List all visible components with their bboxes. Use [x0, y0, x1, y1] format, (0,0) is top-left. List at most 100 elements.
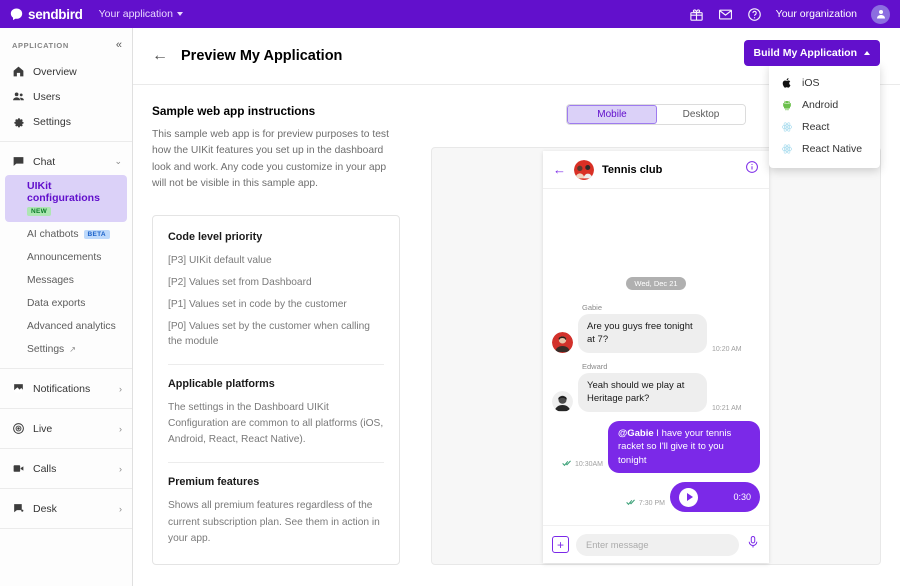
sidebar-item-chat-settings[interactable]: Settings ↗: [0, 338, 132, 361]
divider: [0, 448, 132, 449]
message-row-incoming: Gabie Are you guys free tonight at 7? 10…: [552, 303, 760, 353]
topbar-actions: Your organization: [689, 5, 890, 24]
plus-box-icon[interactable]: +: [552, 536, 569, 553]
sidebar-item-data-exports[interactable]: Data exports: [0, 292, 132, 315]
group-avatar-icon: [574, 160, 594, 180]
divider: [168, 462, 384, 463]
android-icon: [781, 99, 793, 111]
divider: [0, 488, 132, 489]
build-my-application-button[interactable]: Build My Application: [744, 40, 880, 66]
preview-pane: ← Tennis club Wed, Dec 21: [431, 147, 881, 565]
sidebar-item-label: Desk: [33, 503, 57, 515]
chevron-right-icon: ›: [119, 424, 122, 434]
voice-duration: 0:30: [733, 492, 751, 502]
tab-desktop[interactable]: Desktop: [657, 105, 745, 124]
sidebar-header: APPLICATION «: [0, 28, 132, 59]
mail-icon[interactable]: [718, 7, 733, 22]
gift-icon[interactable]: [689, 7, 704, 22]
mention-token[interactable]: @Gabie: [618, 428, 654, 439]
gabie-avatar-icon: [552, 332, 573, 353]
chevron-down-icon: [177, 12, 183, 16]
message-text: Yeah should we play at Heritage park?: [578, 373, 707, 412]
menu-item-android[interactable]: Android: [769, 94, 880, 116]
sidebar-subitem-label: Settings: [27, 344, 64, 355]
external-link-icon: ↗: [69, 345, 76, 354]
react-icon: [781, 121, 793, 133]
message-text: Are you guys free tonight at 7?: [578, 314, 707, 353]
sidebar-item-messages[interactable]: Messages: [0, 269, 132, 292]
instructions-column: Sample web app instructions This sample …: [152, 104, 400, 565]
message-input[interactable]: [576, 534, 739, 556]
date-separator: Wed, Dec 21: [626, 277, 685, 290]
message-timestamp: 7:30 PM: [639, 500, 665, 507]
divider: [0, 141, 132, 142]
home-icon: [12, 65, 25, 78]
play-icon[interactable]: [679, 488, 698, 507]
organization-label[interactable]: Your organization: [776, 8, 857, 20]
menu-item-react-native[interactable]: React Native: [769, 138, 880, 160]
menu-item-react[interactable]: React: [769, 116, 880, 138]
main-content: ← Preview My Application Build My Applic…: [133, 28, 900, 586]
sidebar-item-advanced-analytics[interactable]: Advanced analytics: [0, 315, 132, 338]
top-navigation-bar: sendbird Your application Your organizat…: [0, 0, 900, 28]
message-sender: Edward: [582, 362, 760, 371]
apple-icon: [781, 77, 793, 89]
sidebar-group-products: Notifications ›: [0, 376, 132, 408]
sidebar-item-users[interactable]: Users: [0, 84, 132, 109]
divider: [0, 528, 132, 529]
sidebar-group-calls: Calls ›: [0, 456, 132, 488]
brand-name: sendbird: [28, 7, 83, 22]
preview-column: Mobile Desktop ← Tennis club: [400, 104, 900, 565]
info-circle-icon[interactable]: [745, 160, 759, 179]
help-circle-icon[interactable]: [747, 7, 762, 22]
sidebar-item-announcements[interactable]: Announcements: [0, 246, 132, 269]
divider: [0, 368, 132, 369]
user-avatar-icon[interactable]: [871, 5, 890, 24]
sidebar-item-live[interactable]: Live ›: [0, 416, 132, 441]
tab-mobile[interactable]: Mobile: [567, 105, 657, 124]
menu-item-label: Android: [802, 99, 838, 111]
sidebar-item-overview[interactable]: Overview: [0, 59, 132, 84]
chevron-double-left-icon[interactable]: «: [116, 40, 122, 51]
sidebar-item-label: Settings: [33, 116, 71, 128]
react-native-icon: [781, 143, 793, 155]
sidebar-item-desk[interactable]: Desk ›: [0, 496, 132, 521]
message-timestamp: 10:20 AM: [712, 346, 742, 353]
double-check-icon: [562, 455, 572, 473]
brand-logo[interactable]: sendbird: [10, 7, 83, 22]
microphone-icon[interactable]: [746, 535, 760, 554]
message-composer: +: [543, 525, 769, 563]
menu-item-label: iOS: [802, 77, 820, 89]
sidebar-item-chat[interactable]: Chat ⌄: [0, 149, 132, 174]
app-switcher[interactable]: Your application: [99, 8, 183, 20]
page-title: Preview My Application: [181, 48, 342, 64]
sidebar-item-label: Notifications: [33, 383, 90, 395]
message-status: 7:30 PM: [626, 494, 665, 512]
calls-icon: [12, 462, 25, 475]
sidebar-item-notifications[interactable]: Notifications ›: [0, 376, 132, 401]
chat-header: ← Tennis club: [543, 151, 769, 189]
arrow-left-icon[interactable]: ←: [553, 163, 566, 176]
message-timestamp: 10:30AM: [575, 461, 603, 468]
status-badge-new: NEW: [27, 207, 51, 216]
sidebar-item-ai-chatbots[interactable]: AI chatbots BETA: [0, 223, 132, 246]
sidebar-item-calls[interactable]: Calls ›: [0, 456, 132, 481]
priority-item: [P2] Values set from Dashboard: [168, 275, 384, 291]
sidebar-item-uikit-configurations[interactable]: UIKit configurations NEW: [5, 175, 127, 222]
sidebar-item-settings[interactable]: Settings: [0, 109, 132, 134]
sidebar-group-application: Overview Users Settings: [0, 59, 132, 141]
message-row-outgoing-voice: 7:30 PM 0:30: [552, 482, 760, 512]
double-check-icon: [626, 494, 636, 512]
chevron-right-icon: ›: [119, 384, 122, 394]
sidebar-group-live: Live ›: [0, 416, 132, 448]
applicable-platforms-body: The settings in the Dashboard UIKit Conf…: [168, 400, 384, 448]
message-row-incoming: Edward Yeah should we play at Heritage p…: [552, 362, 760, 412]
premium-features-body: Shows all premium features regardless of…: [168, 498, 384, 546]
desk-icon: [12, 502, 25, 515]
sendbird-logo-icon: [10, 8, 23, 21]
voice-message-bubble[interactable]: 0:30: [670, 482, 760, 512]
message-timestamp: 10:21 AM: [712, 405, 742, 412]
menu-item-ios[interactable]: iOS: [769, 72, 880, 94]
instructions-title: Sample web app instructions: [152, 104, 400, 118]
arrow-left-icon[interactable]: ←: [152, 48, 168, 64]
